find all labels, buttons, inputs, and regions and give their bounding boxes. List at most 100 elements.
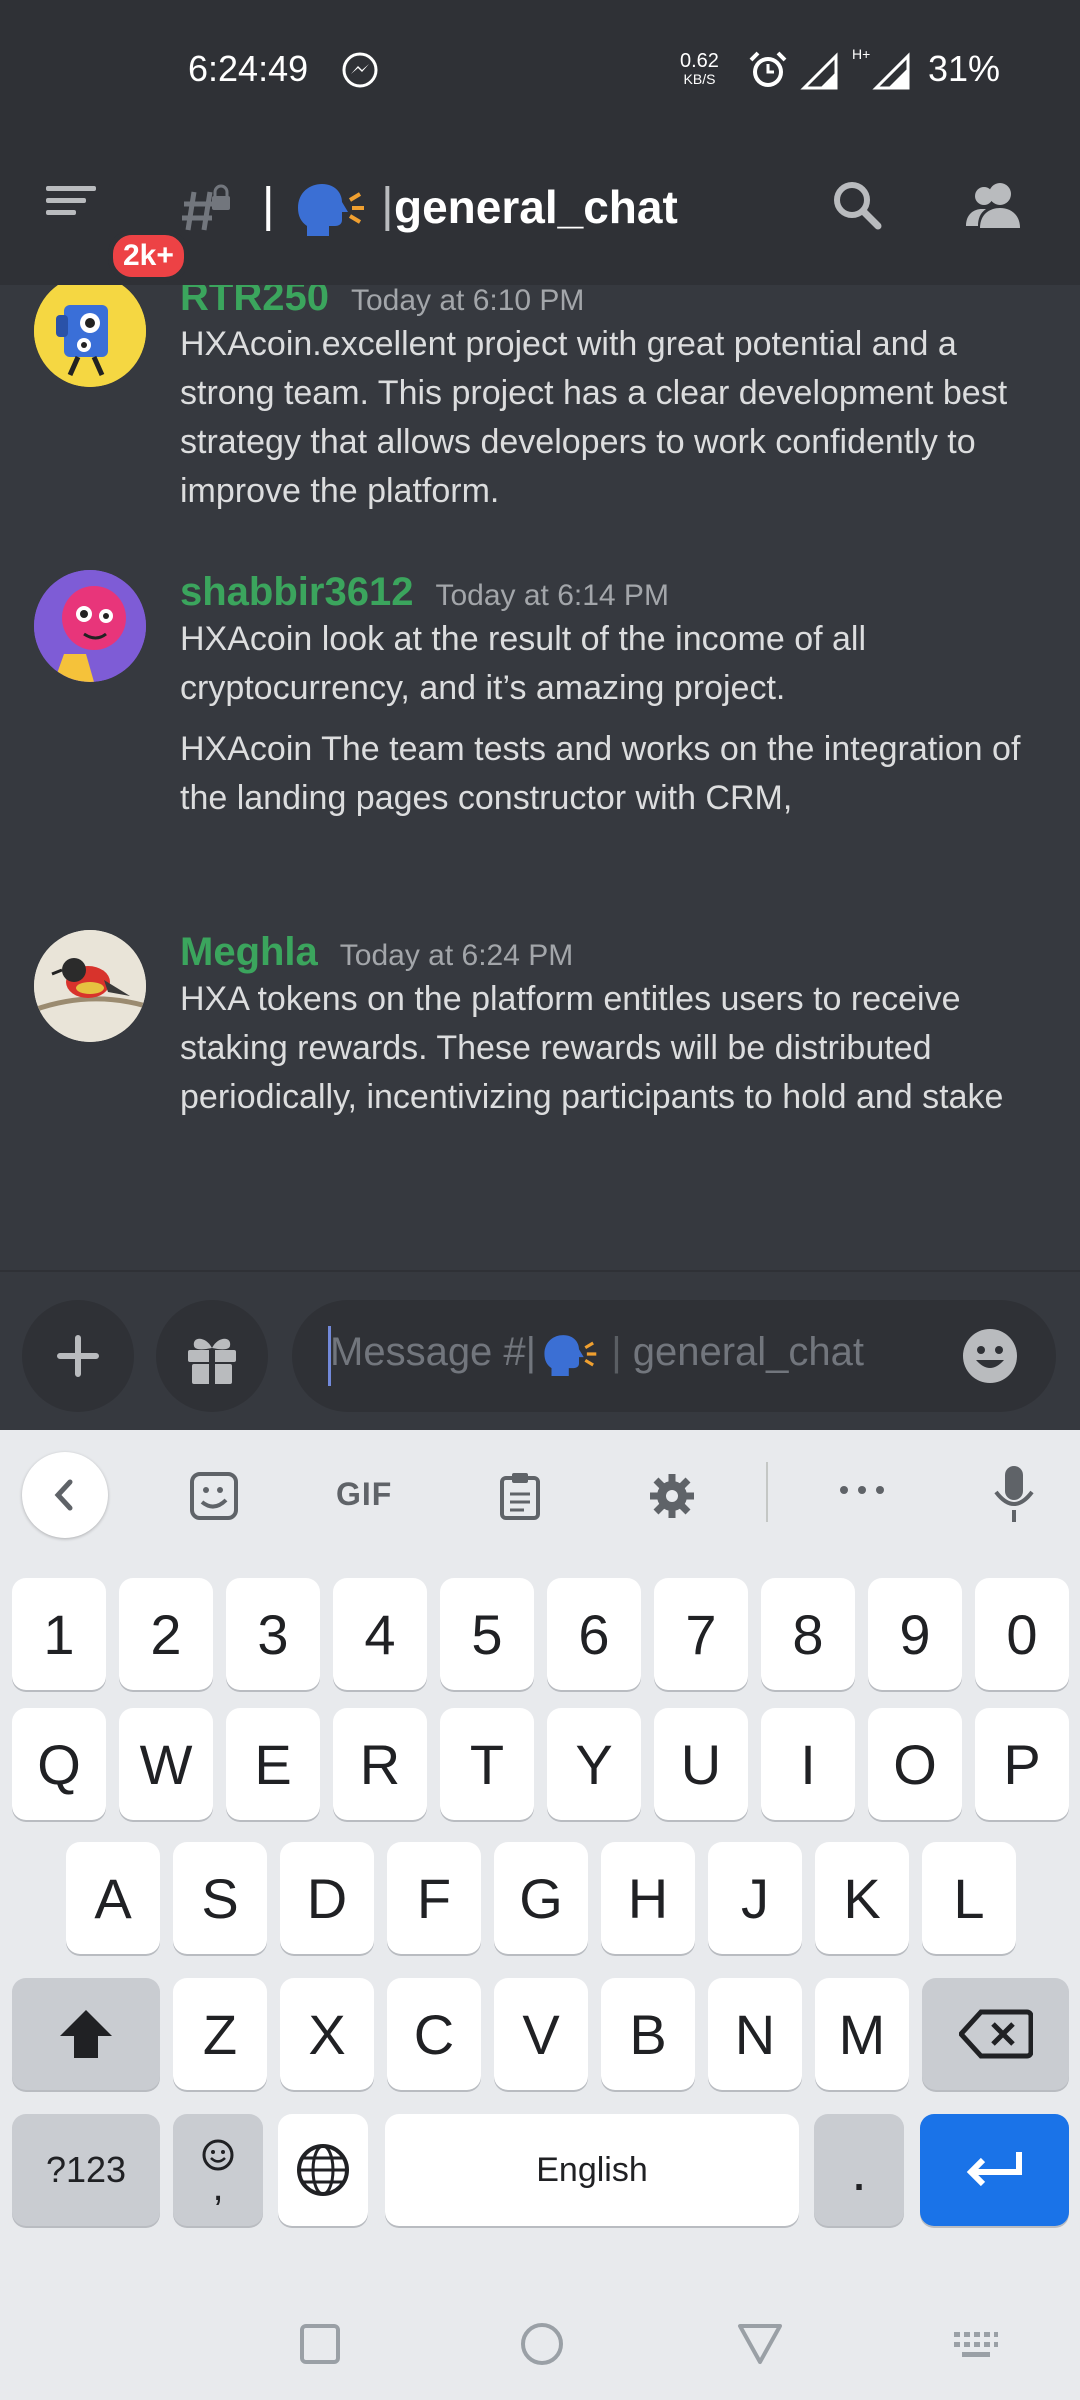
key[interactable]: N: [708, 1978, 802, 2090]
shift-key[interactable]: [12, 1978, 160, 2090]
message-author[interactable]: RTR250 Today at 6:10 PM: [180, 285, 584, 320]
key[interactable]: 4: [333, 1578, 427, 1690]
plus-icon: [57, 1335, 99, 1377]
keyboard-hide-icon[interactable]: [952, 2330, 1000, 2367]
key[interactable]: M: [815, 1978, 909, 2090]
key[interactable]: 7: [654, 1578, 748, 1690]
message-text: HXAcoin look at the result of the income…: [180, 620, 867, 707]
space-key[interactable]: English: [385, 2114, 799, 2226]
message-composer: Message #| | general_chat: [0, 1270, 1080, 1430]
key[interactable]: C: [387, 1978, 481, 2090]
author-name[interactable]: shabbir3612: [180, 570, 413, 614]
speaking-head-icon: [297, 184, 364, 237]
key[interactable]: Z: [173, 1978, 267, 2090]
key[interactable]: 2: [119, 1578, 213, 1690]
search-icon[interactable]: [828, 176, 888, 241]
key[interactable]: W: [119, 1708, 213, 1820]
channel-name[interactable]: general_chat: [394, 180, 678, 234]
gif-button[interactable]: GIF: [336, 1476, 392, 1513]
message-timestamp: Today at 6:24 PM: [339, 939, 574, 972]
key[interactable]: P: [975, 1708, 1069, 1820]
network-type: H+: [852, 46, 871, 62]
key[interactable]: F: [387, 1842, 481, 1954]
key[interactable]: D: [280, 1842, 374, 1954]
globe-icon: [297, 2144, 349, 2196]
message-list[interactable]: RTR250 Today at 6:10 PM HXAcoin.excellent…: [0, 285, 1080, 1270]
home-icon[interactable]: [518, 2320, 566, 2373]
message-text: HXAcoin.excellent project with great pot…: [180, 325, 1008, 510]
message-author[interactable]: Meghla Today at 6:24 PM: [180, 930, 573, 975]
message-author[interactable]: shabbir3612 Today at 6:14 PM: [180, 570, 669, 615]
key[interactable]: 0: [975, 1578, 1069, 1690]
gift-icon: [188, 1338, 236, 1384]
avatar[interactable]: [34, 570, 146, 682]
symbols-key[interactable]: ?123: [12, 2114, 160, 2226]
key[interactable]: G: [494, 1842, 588, 1954]
net-speed-unit: KB/S: [683, 71, 716, 87]
author-name[interactable]: Meghla: [180, 930, 318, 974]
key[interactable]: X: [280, 1978, 374, 2090]
key[interactable]: J: [708, 1842, 802, 1954]
key[interactable]: T: [440, 1708, 534, 1820]
key[interactable]: B: [601, 1978, 695, 2090]
navigation-bar: [0, 2300, 1080, 2400]
key[interactable]: I: [761, 1708, 855, 1820]
message-text: HXA tokens on the platform entitles user…: [180, 980, 1004, 1116]
hamburger-icon: [46, 186, 96, 215]
microphone-icon[interactable]: [988, 1464, 1040, 1529]
attach-button[interactable]: [22, 1300, 134, 1412]
messenger-icon: [340, 50, 380, 90]
avatar[interactable]: [34, 285, 146, 387]
author-name[interactable]: RTR250: [180, 285, 329, 319]
back-icon[interactable]: [736, 2322, 784, 2371]
message-input[interactable]: Message #| | general_chat: [292, 1300, 1056, 1412]
key[interactable]: 3: [226, 1578, 320, 1690]
battery-level: 31%: [928, 48, 1001, 89]
key[interactable]: 5: [440, 1578, 534, 1690]
message-placeholder: Message #| | general_chat: [330, 1330, 864, 1377]
clipboard-icon[interactable]: [494, 1470, 546, 1527]
channel-separator: |: [381, 179, 394, 232]
toolbar-back-button[interactable]: [22, 1452, 108, 1538]
key[interactable]: E: [226, 1708, 320, 1820]
gift-button[interactable]: [156, 1300, 268, 1412]
key[interactable]: S: [173, 1842, 267, 1954]
avatar[interactable]: [34, 930, 146, 1042]
key[interactable]: Q: [12, 1708, 106, 1820]
locked-channel-icon: [180, 182, 236, 243]
emoji-icon[interactable]: [960, 1326, 1020, 1391]
period-key[interactable]: .: [814, 2114, 904, 2226]
emoji-comma-key[interactable]: ,: [173, 2114, 263, 2226]
key[interactable]: 9: [868, 1578, 962, 1690]
key[interactable]: L: [922, 1842, 1016, 1954]
key[interactable]: Y: [547, 1708, 641, 1820]
key[interactable]: O: [868, 1708, 962, 1820]
members-icon[interactable]: [962, 176, 1026, 241]
more-icon[interactable]: [836, 1480, 888, 1505]
key[interactable]: K: [815, 1842, 909, 1954]
unread-badge: 2k+: [108, 230, 189, 282]
backspace-key[interactable]: [922, 1978, 1069, 2090]
status-time: 6:24:49: [188, 48, 309, 89]
key[interactable]: 6: [547, 1578, 641, 1690]
server-menu-button[interactable]: 2k+: [46, 180, 189, 282]
key[interactable]: V: [494, 1978, 588, 2090]
key[interactable]: R: [333, 1708, 427, 1820]
net-speed-value: 0.62: [680, 50, 719, 72]
enter-key[interactable]: [920, 2114, 1069, 2226]
recents-icon[interactable]: [298, 2322, 342, 2371]
settings-gear-icon[interactable]: [646, 1470, 698, 1527]
key[interactable]: H: [601, 1842, 695, 1954]
channel-prefix: | |: [262, 178, 394, 237]
language-key[interactable]: [278, 2114, 368, 2226]
channel-header: 2k+ | | general_chat: [0, 150, 1080, 282]
message-timestamp: Today at 6:14 PM: [435, 579, 669, 612]
placeholder-prefix: Message #: [330, 1330, 526, 1374]
key[interactable]: A: [66, 1842, 160, 1954]
key[interactable]: 1: [12, 1578, 106, 1690]
message-timestamp: Today at 6:10 PM: [350, 285, 585, 317]
placeholder-sep: |: [525, 1330, 537, 1374]
sticker-icon[interactable]: [188, 1470, 240, 1527]
key[interactable]: U: [654, 1708, 748, 1820]
key[interactable]: 8: [761, 1578, 855, 1690]
